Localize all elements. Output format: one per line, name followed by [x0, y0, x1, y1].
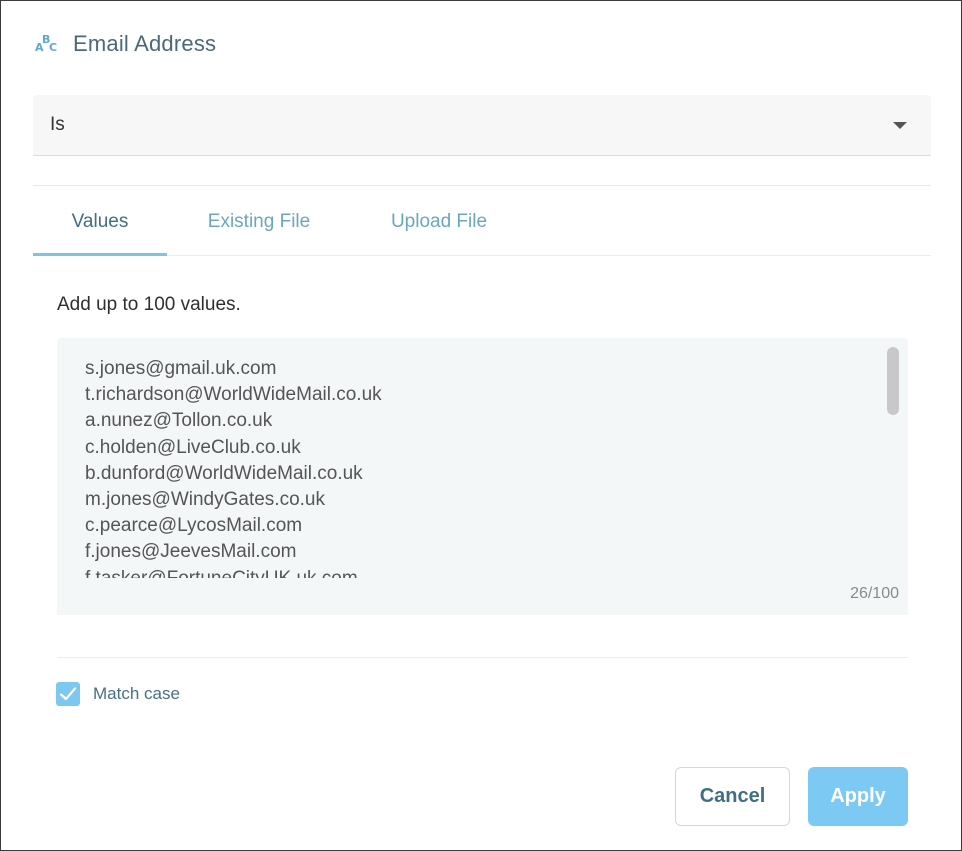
value-line: m.jones@WindyGates.co.uk [85, 489, 325, 511]
tab-values[interactable]: Values [33, 187, 167, 256]
tab-bar: Values Existing File Upload File [33, 187, 931, 256]
chevron-down-icon [893, 122, 907, 129]
active-tab-indicator [33, 253, 167, 256]
value-counter: 26/100 [850, 585, 899, 602]
icon-letter-c: C [49, 41, 58, 54]
operator-selected-value: Is [50, 114, 65, 135]
match-case-label: Match case [93, 684, 180, 703]
section-divider [57, 657, 908, 658]
match-case-toggle[interactable]: Match case [56, 682, 180, 706]
tab-existing-file[interactable]: Existing File [185, 187, 333, 256]
value-line: f.jones@JeevesMail.com [85, 541, 297, 563]
value-line: t.richardson@WorldWideMail.co.uk [85, 384, 382, 406]
checkmark-icon [59, 687, 77, 701]
tab-upload-file[interactable]: Upload File [371, 187, 507, 256]
section-divider [33, 185, 931, 186]
value-line: f.tasker@FortuneCityUK.uk.com [85, 566, 875, 578]
abc-text-type-icon: A B C [33, 33, 59, 55]
dialog-header: A B C Email Address [33, 29, 216, 59]
values-textarea[interactable]: s.jones@gmail.uk.com t.richardson@WorldW… [57, 338, 908, 615]
value-line: a.nunez@Tollon.co.uk [85, 410, 273, 432]
value-line: c.holden@LiveClub.co.uk [85, 436, 301, 458]
textarea-scrollbar[interactable] [887, 347, 899, 415]
values-hint: Add up to 100 values. [57, 294, 241, 315]
match-case-checkbox[interactable] [56, 682, 80, 706]
apply-button[interactable]: Apply [808, 767, 908, 826]
dialog-title: Email Address [73, 31, 217, 56]
filter-dialog: A B C Email Address Is Values Existing F… [0, 0, 962, 851]
value-line: c.pearce@LycosMail.com [85, 515, 303, 537]
value-line: s.jones@gmail.uk.com [85, 358, 277, 379]
operator-dropdown[interactable]: Is [33, 95, 931, 156]
values-list: s.jones@gmail.uk.com t.richardson@WorldW… [85, 356, 875, 578]
value-line: b.dunford@WorldWideMail.co.uk [85, 462, 363, 484]
cancel-button[interactable]: Cancel [675, 767, 790, 826]
